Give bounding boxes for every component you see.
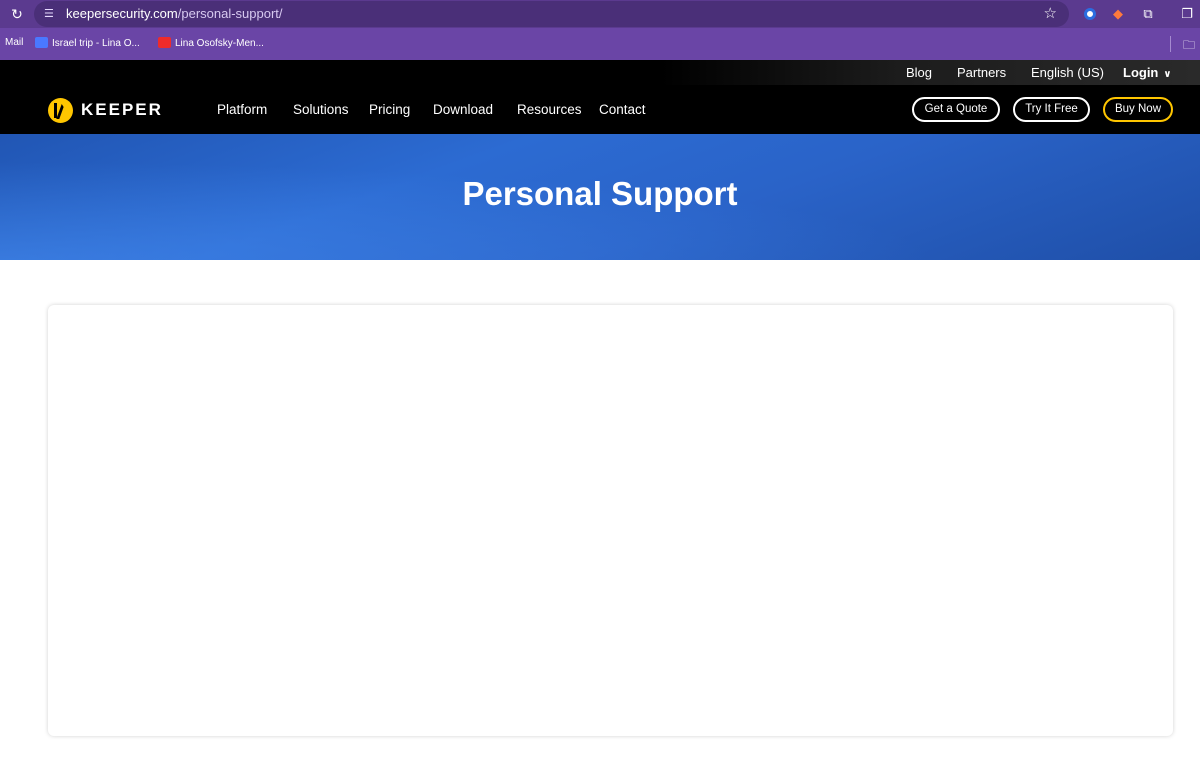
nav-contact[interactable]: Contact: [599, 102, 646, 117]
buy-now-button[interactable]: Buy Now: [1103, 97, 1173, 122]
get-a-quote-button[interactable]: Get a Quote: [912, 97, 1000, 122]
login-label: Login: [1123, 65, 1159, 80]
chevron-down-icon: ∨: [1163, 69, 1172, 80]
url-field[interactable]: ☰ keepersecurity.com/personal-support/ ☆: [34, 1, 1069, 27]
nav-solutions[interactable]: Solutions: [293, 102, 349, 117]
nav-download[interactable]: Download: [433, 102, 493, 117]
bookmark-israel-trip[interactable]: Israel trip - Lina O...: [35, 37, 140, 49]
bookmark-star-icon[interactable]: ☆: [1044, 5, 1057, 23]
bookmarks-bar: Mail Israel trip - Lina O... Lina Osofsk…: [0, 28, 1200, 60]
browser-address-bar: ↻ ☰ keepersecurity.com/personal-support/…: [0, 0, 1200, 28]
nav-platform[interactable]: Platform: [217, 102, 267, 117]
bookmark-divider: [1170, 36, 1171, 52]
language-selector[interactable]: English (US): [1031, 65, 1104, 80]
site-header: Blog Partners English (US) Login ∨ KEEPER…: [0, 60, 1200, 134]
url-path: /personal-support/: [177, 6, 283, 21]
login-menu[interactable]: Login ∨: [1123, 65, 1172, 80]
extension-circle-icon[interactable]: [1081, 5, 1099, 23]
blog-link[interactable]: Blog: [906, 65, 932, 80]
nav-resources[interactable]: Resources: [517, 102, 582, 117]
utility-bar: Blog Partners English (US) Login ∨: [0, 60, 1200, 85]
tab-search-icon[interactable]: ❐: [1178, 5, 1196, 23]
nav-pricing[interactable]: Pricing: [369, 102, 410, 117]
bookmark-mail[interactable]: Mail: [5, 37, 23, 48]
keeper-logo-icon: [48, 97, 73, 123]
folder-icon[interactable]: 🗀: [1183, 36, 1195, 57]
url-text: keepersecurity.com/personal-support/: [66, 6, 283, 21]
bookmark-lina-osofsky[interactable]: Lina Osofsky-Men...: [158, 37, 264, 49]
partners-link[interactable]: Partners: [957, 65, 1006, 80]
bookmark-label: Lina Osofsky-Men...: [175, 38, 264, 49]
url-domain: keepersecurity.com: [66, 6, 178, 21]
support-content-card: [48, 305, 1173, 736]
youtube-icon: [158, 37, 171, 48]
extensions-puzzle-icon[interactable]: ⧉: [1139, 5, 1157, 23]
try-it-free-button[interactable]: Try It Free: [1013, 97, 1090, 122]
site-info-icon[interactable]: ☰: [44, 7, 58, 21]
page-title: Personal Support: [462, 175, 738, 212]
extension-fox-icon[interactable]: ◆: [1109, 5, 1127, 23]
bookmark-favicon-icon: [35, 37, 48, 48]
reload-icon[interactable]: ↻: [8, 5, 26, 23]
keeper-logo[interactable]: KEEPER: [48, 97, 163, 123]
logo-text: KEEPER: [81, 100, 163, 119]
hero-banner: Personal Support: [0, 134, 1200, 260]
bookmark-label: Israel trip - Lina O...: [52, 38, 140, 49]
